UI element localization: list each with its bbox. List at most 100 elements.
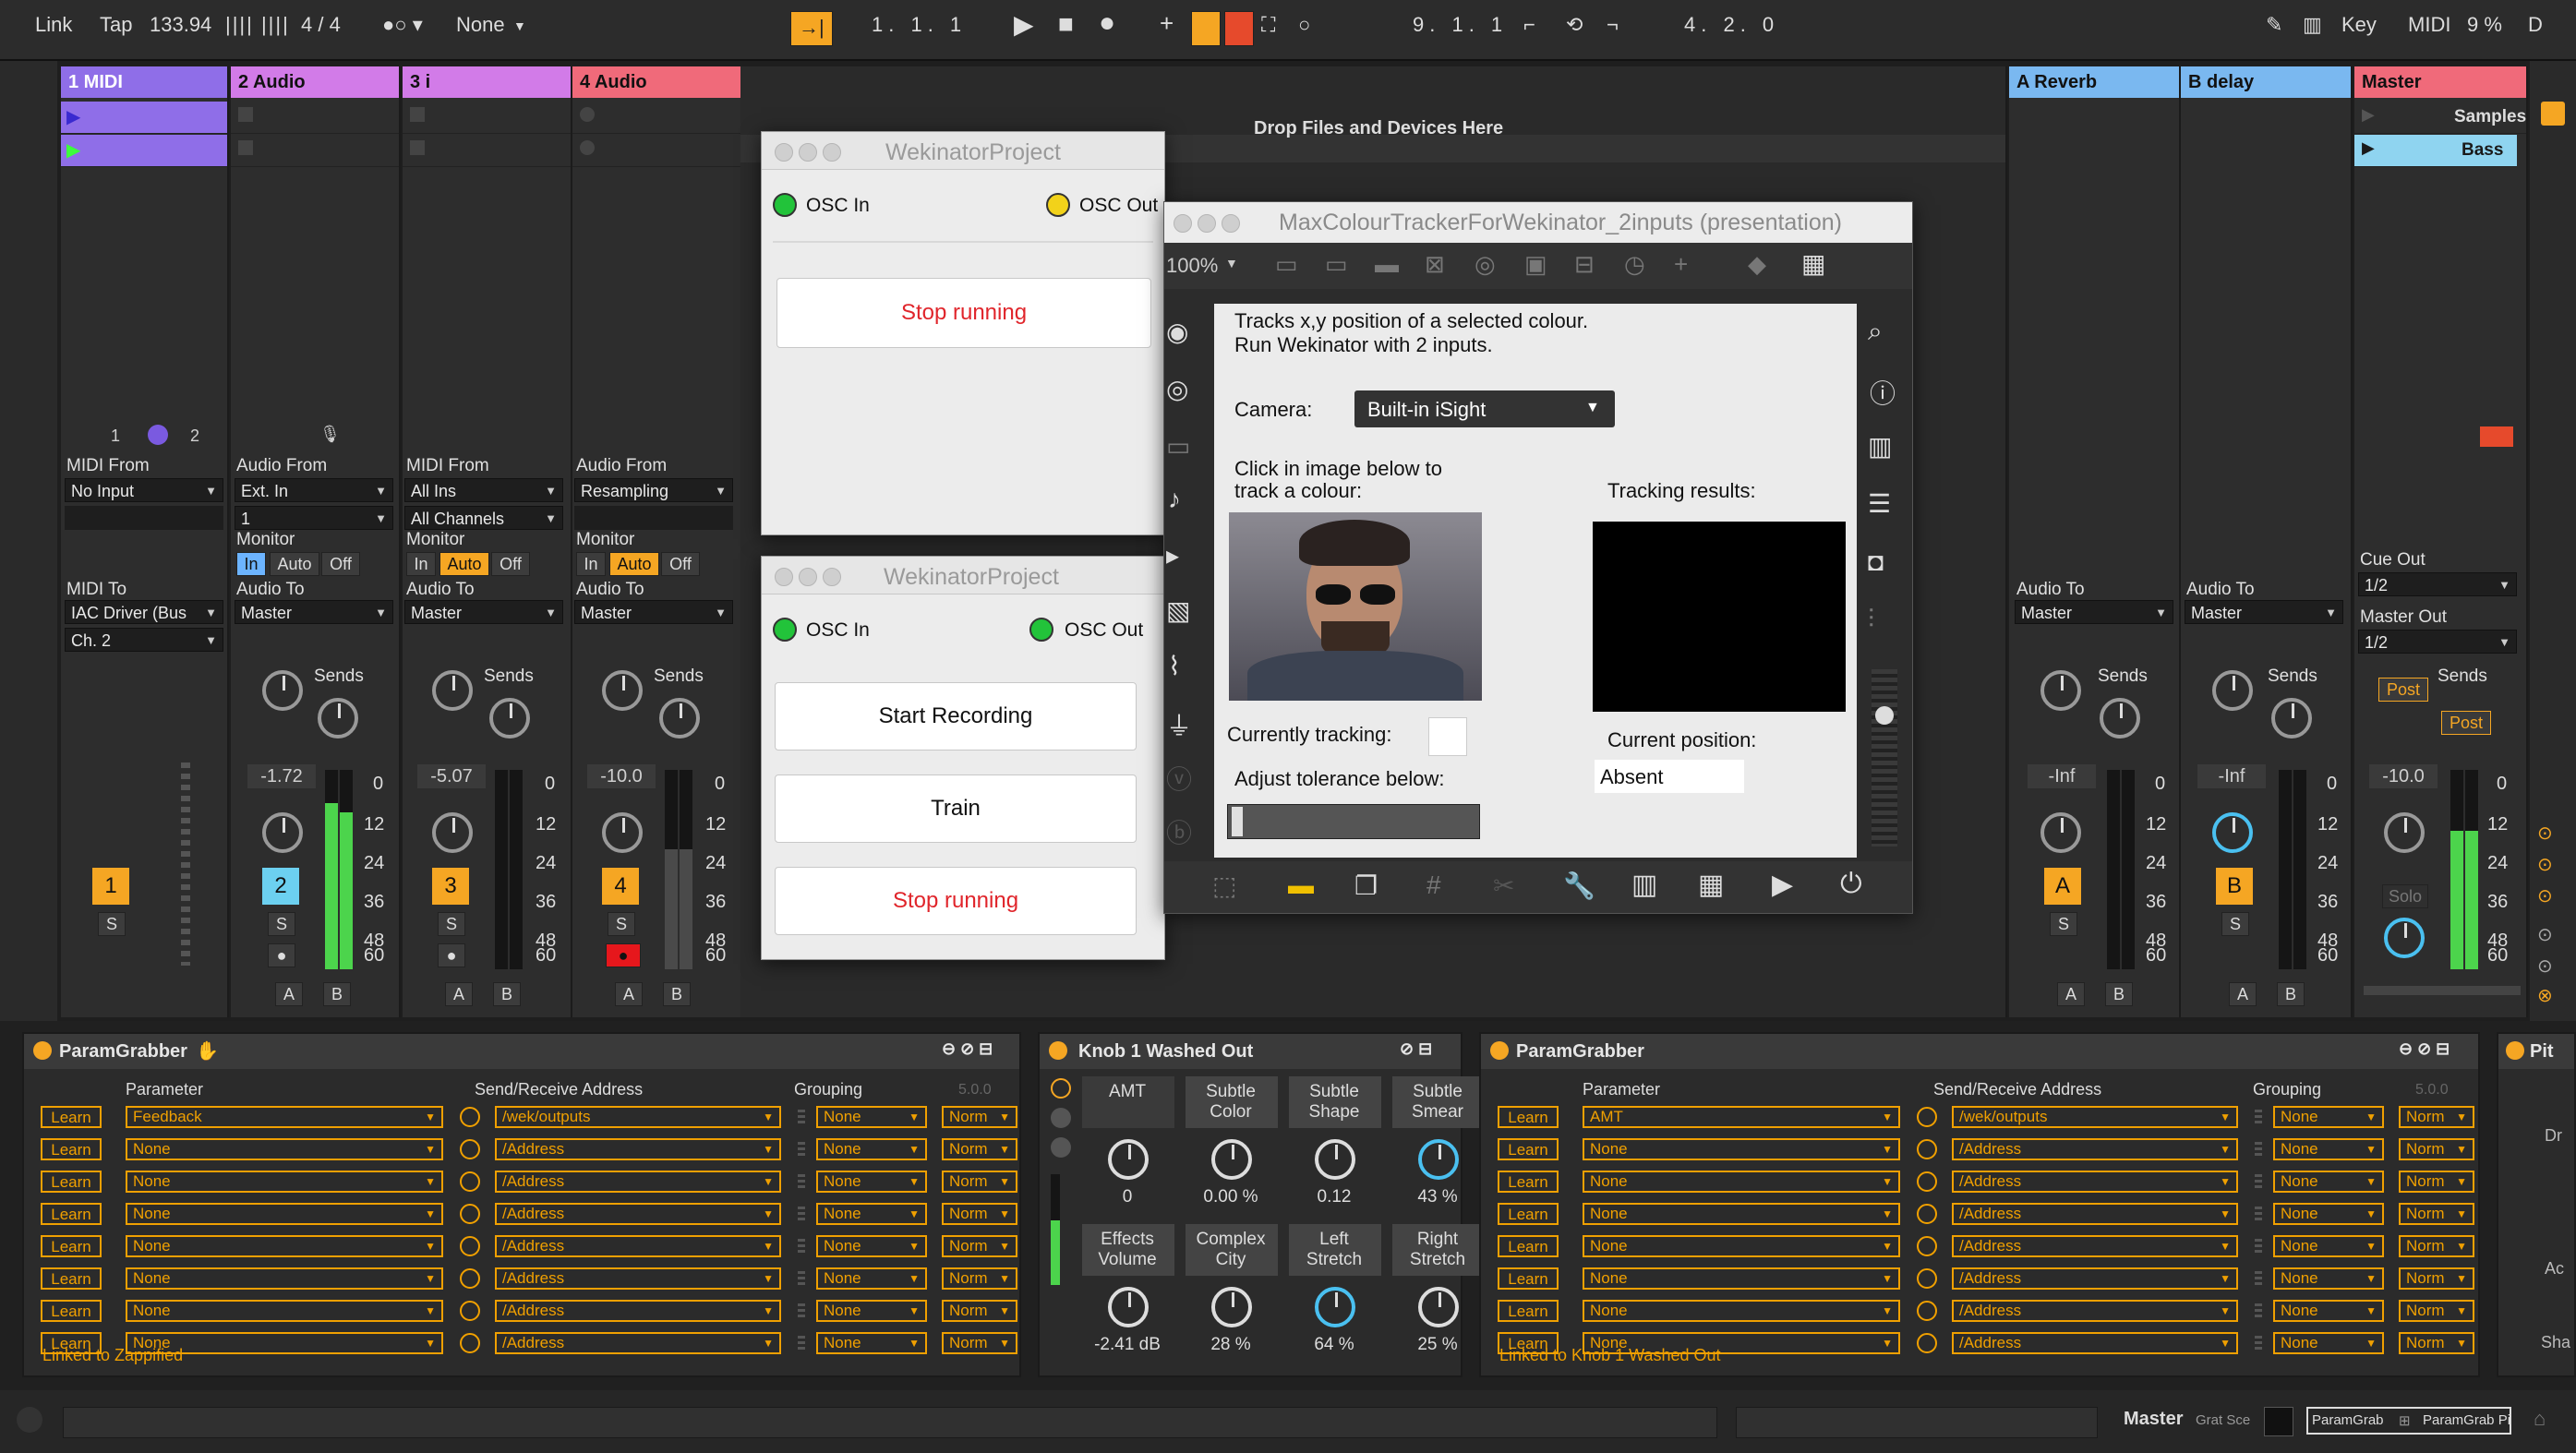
volume-field[interactable]: -10.0 xyxy=(587,764,656,788)
audio-play-icon[interactable]: ▶ xyxy=(1772,869,1793,901)
send-receive-toggle-icon[interactable] xyxy=(1917,1236,1937,1256)
device-title[interactable]: Pit xyxy=(2530,1041,2554,1063)
solo-button[interactable]: Solo xyxy=(2382,884,2428,908)
input-dropdown[interactable]: All Ins xyxy=(404,478,563,503)
send-receive-toggle-icon[interactable] xyxy=(460,1171,480,1192)
grouping-dropdown[interactable]: None xyxy=(2273,1235,2384,1257)
norm-dropdown[interactable]: Norm xyxy=(2399,1267,2474,1290)
device-icons[interactable]: ⊖ ⊘ ⊟ xyxy=(942,1039,993,1059)
learn-button[interactable]: Learn xyxy=(1498,1235,1559,1257)
device-chain-overview[interactable]: ParamGrab ⊞ ParamGrab Pi xyxy=(2306,1407,2511,1435)
close-button[interactable] xyxy=(775,568,793,586)
send-receive-toggle-icon[interactable] xyxy=(460,1139,480,1159)
cue-volume-knob[interactable] xyxy=(2384,918,2425,958)
crossfade-b-button[interactable]: B xyxy=(2105,982,2133,1006)
grouping-dropdown[interactable]: None xyxy=(2273,1300,2384,1322)
play-icon[interactable]: ▶ xyxy=(1014,9,1034,40)
device-on-icon[interactable] xyxy=(2506,1041,2524,1060)
cue-out-dropdown[interactable]: 1/2 xyxy=(2358,572,2517,597)
midi-map-button[interactable]: MIDI xyxy=(2408,13,2450,37)
address-dropdown[interactable]: /Address xyxy=(495,1138,781,1160)
minimize-button[interactable] xyxy=(799,568,817,586)
device-list-icon[interactable] xyxy=(1051,1137,1071,1158)
address-dropdown[interactable]: /Address xyxy=(495,1267,781,1290)
send-a-knob[interactable] xyxy=(432,670,473,711)
learn-button[interactable]: Learn xyxy=(1498,1267,1559,1290)
solo-button[interactable]: S xyxy=(98,912,126,936)
pan-knob[interactable] xyxy=(2212,812,2253,853)
grouping-dropdown[interactable]: None xyxy=(2273,1267,2384,1290)
stop-icon[interactable]: ■ xyxy=(1058,9,1074,39)
zoom-button[interactable] xyxy=(1222,214,1240,233)
norm-dropdown[interactable]: Norm xyxy=(2399,1138,2474,1160)
crossfade-a-button[interactable]: A xyxy=(2229,982,2257,1006)
camera-image[interactable] xyxy=(1229,512,1482,701)
input-dropdown[interactable]: Ext. In xyxy=(235,478,393,503)
punch-out-icon[interactable]: ¬ xyxy=(1607,13,1619,37)
send-receive-toggle-icon[interactable] xyxy=(1917,1268,1937,1289)
grouping-dropdown[interactable]: None xyxy=(2273,1138,2384,1160)
send-receive-toggle-icon[interactable] xyxy=(1917,1333,1937,1353)
norm-dropdown[interactable]: Norm xyxy=(942,1300,1017,1322)
address-dropdown[interactable]: /Address xyxy=(1952,1138,2238,1160)
tolerance-slider-thumb[interactable] xyxy=(1232,807,1243,836)
parameter-dropdown[interactable]: None xyxy=(126,1267,443,1290)
wrench-icon[interactable]: 🔧 xyxy=(1563,871,1595,901)
pan-knob[interactable] xyxy=(2384,812,2425,853)
track-activator[interactable]: A xyxy=(2044,868,2081,905)
chain-item-box[interactable] xyxy=(2264,1407,2293,1436)
crossfade-b-button[interactable]: B xyxy=(2277,982,2305,1006)
output-dropdown[interactable]: Master xyxy=(2185,600,2343,625)
draw-mode-icon[interactable]: ✎ xyxy=(2266,13,2282,37)
session-record-icon[interactable]: ○ xyxy=(1298,13,1310,37)
drag-handle-icon[interactable] xyxy=(798,1174,805,1189)
crossfade-b-button[interactable]: B xyxy=(493,982,521,1006)
parameter-dropdown[interactable]: None xyxy=(1583,1203,1900,1225)
send-receive-toggle-icon[interactable] xyxy=(1917,1204,1937,1224)
parameter-dropdown[interactable]: Feedback xyxy=(126,1106,443,1128)
info-icon[interactable]: ⓘ xyxy=(1870,374,1896,411)
device-icons[interactable]: ⊖ ⊘ ⊟ xyxy=(2399,1039,2450,1059)
solo-button[interactable]: S xyxy=(2221,912,2249,936)
send-b-knob[interactable] xyxy=(2271,698,2312,739)
output-dropdown[interactable]: Master xyxy=(574,600,733,625)
overdub-icon[interactable]: + xyxy=(1160,9,1174,38)
learn-button[interactable]: Learn xyxy=(41,1203,102,1225)
scene-slot[interactable]: ▶ Samples xyxy=(2354,102,2526,134)
record-arm-button[interactable]: ● xyxy=(606,943,641,967)
send-b-knob[interactable] xyxy=(318,698,358,739)
record-icon[interactable]: ● xyxy=(1099,7,1115,39)
computer-midi-icon[interactable]: ⌂ xyxy=(2534,1407,2546,1431)
power-icon[interactable]: ⏻ xyxy=(1840,869,1862,900)
clip-slot[interactable] xyxy=(403,102,571,134)
crossfade-b-button[interactable]: B xyxy=(323,982,351,1006)
loop-start-field[interactable]: 9. 1. 1 xyxy=(1413,13,1508,37)
drag-handle-icon[interactable] xyxy=(798,1142,805,1157)
chain-item[interactable]: ParamGrab xyxy=(2312,1412,2384,1428)
address-dropdown[interactable]: /Address xyxy=(495,1235,781,1257)
solo-button[interactable]: S xyxy=(268,912,295,936)
crossfader[interactable] xyxy=(2364,986,2521,995)
chain-list-icon[interactable] xyxy=(1051,1108,1071,1128)
device-on-icon[interactable] xyxy=(1049,1041,1067,1060)
overview-icon[interactable] xyxy=(17,1407,42,1433)
record-arm-icon[interactable] xyxy=(580,107,595,122)
volume-field[interactable]: -1.72 xyxy=(247,764,316,788)
clip-slot[interactable] xyxy=(572,102,740,134)
address-dropdown[interactable]: /Address xyxy=(495,1171,781,1193)
b-icon[interactable]: ⓑ xyxy=(1166,813,1192,850)
clip-slot[interactable] xyxy=(572,135,740,167)
new-view-icon[interactable]: ❐ xyxy=(1354,871,1378,901)
volume-field[interactable]: -5.07 xyxy=(417,764,486,788)
track-activator[interactable]: 2 xyxy=(262,868,299,905)
macro-knob[interactable] xyxy=(1418,1139,1459,1180)
debug-icon[interactable]: ✂ xyxy=(1493,871,1514,901)
track-activator[interactable]: 4 xyxy=(602,868,639,905)
learn-button[interactable]: Learn xyxy=(41,1300,102,1322)
session-view-icon[interactable] xyxy=(2541,102,2565,126)
learn-button[interactable]: Learn xyxy=(1498,1106,1559,1128)
drag-handle-icon[interactable] xyxy=(2255,1336,2262,1351)
sends-toggle-icon[interactable]: ⊙ xyxy=(2537,853,2553,876)
automation-arm-icon[interactable] xyxy=(1191,11,1221,46)
norm-dropdown[interactable]: Norm xyxy=(2399,1332,2474,1354)
